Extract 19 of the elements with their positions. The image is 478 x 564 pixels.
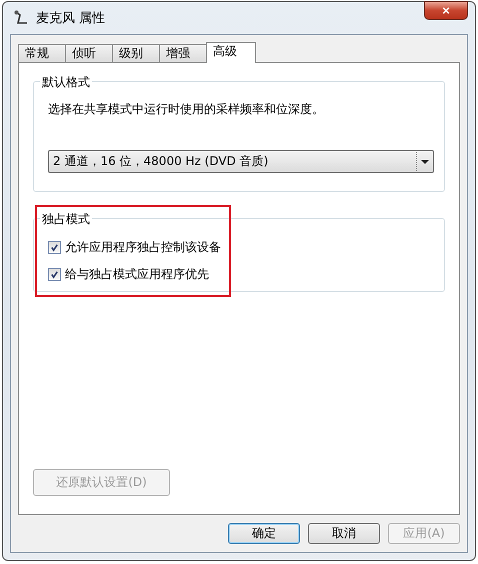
microphone-icon — [14, 10, 30, 26]
dialog-button[interactable]: 确定 — [228, 523, 300, 544]
checkbox-label: 给与独占模式应用程序优先 — [65, 266, 209, 283]
checkbox-label: 允许应用程序独占控制该设备 — [65, 239, 221, 256]
group-title: 默认格式 — [40, 74, 92, 91]
group-title: 独占模式 — [40, 211, 92, 228]
dialog-button[interactable]: 取消 — [308, 523, 380, 544]
caret-icon — [421, 160, 429, 164]
tab[interactable]: 增强 — [159, 44, 207, 62]
tab[interactable]: 高级 — [206, 42, 256, 63]
close-button[interactable]: × — [424, 1, 468, 20]
tab[interactable]: 级别 — [112, 44, 160, 62]
tab[interactable]: 侦听 — [65, 44, 113, 62]
tab[interactable]: 常规 — [18, 44, 66, 62]
checkbox[interactable] — [48, 268, 61, 281]
description-text: 选择在共享模式中运行时使用的采样频率和位深度。 — [48, 101, 325, 118]
format-dropdown[interactable]: 2 通道，16 位，48000 Hz (DVD 音质) — [48, 150, 434, 173]
window-title: 麦克风 属性 — [36, 10, 106, 27]
checkbox[interactable] — [48, 241, 61, 254]
